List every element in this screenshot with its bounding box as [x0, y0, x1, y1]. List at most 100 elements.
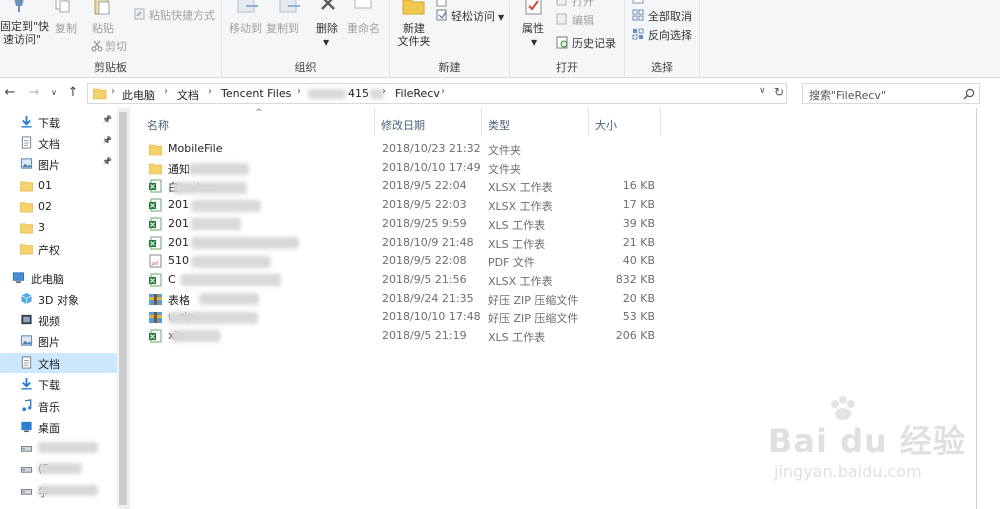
breadcrumb-separator[interactable]: › [208, 86, 212, 97]
delete-button[interactable]: 删除 [316, 22, 338, 35]
column-header-name[interactable]: 名称 ^ [141, 108, 376, 136]
clipboard-group-label: 剪贴板 [94, 61, 127, 74]
nav-item[interactable]: 视频 [0, 310, 128, 330]
paste-button[interactable]: 粘贴 [92, 22, 114, 35]
redacted-drive-label [38, 485, 98, 496]
drive-icon [20, 489, 33, 495]
file-row[interactable]: 白) .xlsx2018/9/5 22:04XLSX 工作表16 KB [145, 177, 845, 195]
rename-button[interactable]: 重命名 [347, 22, 380, 35]
column-header-size[interactable]: 大小 [589, 114, 659, 136]
properties-button[interactable]: 属性 [522, 22, 544, 35]
new-folder-button[interactable]: 新建 文件夹 [394, 22, 434, 48]
file-type: XLS 工作表 [488, 237, 546, 251]
nav-item[interactable]: 学 [0, 481, 128, 501]
computer-icon [12, 272, 25, 284]
file-size: 832 KB [615, 272, 655, 286]
invert-selection-button[interactable]: 反向选择 [648, 29, 692, 42]
nav-item[interactable]: 02 [0, 197, 128, 217]
nav-item[interactable]: 3D 对象 [0, 289, 128, 309]
file-date: 2018/10/10 17:49 [382, 160, 481, 174]
nav-item[interactable]: 01 [0, 176, 128, 196]
easy-access-dropdown-icon[interactable]: ▼ [498, 11, 504, 24]
breadcrumb-documents[interactable]: 文档 [177, 87, 199, 103]
properties-icon [525, 0, 542, 15]
nav-item[interactable]: 下载 📌 [0, 112, 128, 132]
copy-to-button[interactable]: 复制到 [266, 22, 299, 35]
breadcrumb-separator[interactable]: › [297, 86, 301, 97]
column-header-date[interactable]: 修改日期 [375, 114, 480, 136]
history-button[interactable]: 历史记录 [572, 37, 616, 50]
file-date: 2018/9/24 21:35 [382, 291, 474, 305]
nav-item[interactable]: 文档 📌 [0, 133, 128, 153]
redacted-filename [191, 237, 299, 249]
paste-shortcut-button[interactable]: 粘贴快捷方式 [149, 9, 215, 22]
breadcrumb-account[interactable]: 415 [348, 87, 369, 100]
nav-item[interactable]: 桌面 [0, 417, 128, 437]
up-button[interactable]: ↑ [65, 84, 81, 102]
select-none-icon [632, 9, 644, 21]
file-size: 39 KB [622, 216, 655, 230]
nav-item[interactable]: 下载 [0, 374, 128, 394]
easy-access-button[interactable]: 轻松访问 [451, 10, 495, 23]
nav-item[interactable]: (F [0, 459, 128, 479]
cut-button[interactable]: 剪切 [105, 40, 127, 53]
address-history-dropdown-icon[interactable]: ∨ [759, 86, 766, 96]
organize-group-label: 组织 [294, 61, 317, 74]
redacted-filename [171, 330, 221, 342]
file-row[interactable]: MobileFile 2018/10/23 21:32 文件夹 [145, 140, 845, 158]
back-button[interactable]: ← [2, 84, 18, 102]
nav-item[interactable]: 图片 [0, 331, 128, 351]
breadcrumb-tencent-files[interactable]: Tencent Files [221, 87, 291, 100]
redacted-filename [191, 200, 261, 212]
search-box[interactable]: 搜索"FileRecv" [802, 83, 980, 104]
pin-icon[interactable]: 📌 [102, 157, 112, 166]
pin-quick-access-button[interactable]: 固定到"快 速访问" [0, 20, 49, 46]
forward-button[interactable]: → [26, 84, 42, 102]
nav-item[interactable]: 图片 📌 [0, 154, 128, 174]
pin-icon[interactable]: 📌 [102, 136, 112, 145]
delete-dropdown-icon[interactable]: ▼ [323, 36, 329, 49]
refresh-icon[interactable]: ↻ [774, 85, 784, 99]
nav-item[interactable]: 此电脑 [0, 268, 128, 288]
nav-item[interactable] [0, 438, 128, 458]
select-none-button[interactable]: 全部取消 [648, 10, 692, 23]
search-input[interactable]: 搜索"FileRecv" [809, 87, 886, 103]
nav-scrollbar[interactable] [117, 108, 129, 509]
nav-scrollbar-thumb[interactable] [119, 112, 127, 505]
edit-button[interactable]: 编辑 [572, 14, 594, 27]
breadcrumb-separator[interactable]: › [164, 86, 168, 97]
nav-item[interactable]: 文档 [0, 353, 128, 373]
nav-item[interactable]: 音乐 [0, 396, 128, 416]
breadcrumb-separator[interactable]: › [111, 86, 115, 97]
nav-item-label: 文档 [38, 358, 60, 371]
breadcrumb-this-pc[interactable]: 此电脑 [122, 87, 155, 103]
properties-dropdown-icon[interactable]: ▼ [531, 36, 537, 49]
excel-icon [149, 179, 162, 193]
file-row[interactable]: 201 2018/9/25 9:59 XLS 工作表 39 KB [145, 215, 845, 233]
breadcrumb-separator[interactable]: › [441, 86, 445, 97]
pin-icon[interactable]: 📌 [102, 115, 112, 124]
open-icon [556, 0, 567, 6]
column-divider[interactable] [660, 108, 661, 136]
breadcrumb-separator[interactable]: › [382, 86, 386, 97]
copy-button[interactable]: 复制 [55, 22, 77, 35]
folder-icon [93, 88, 107, 100]
column-header-type[interactable]: 类型 [482, 114, 588, 136]
file-row[interactable]: 通知 2018/10/10 17:49 文件夹 [145, 159, 845, 177]
new-folder-label-line2: 文件夹 [397, 35, 431, 48]
move-to-button[interactable]: 移动到 [229, 22, 262, 35]
nav-item-label: 音乐 [38, 401, 60, 414]
recent-locations-button[interactable]: ∨ [46, 84, 62, 102]
search-icon[interactable] [963, 88, 975, 100]
nav-item[interactable]: 产权 [0, 239, 128, 259]
nav-item[interactable]: 3 [0, 218, 128, 238]
nav-item-label: 文档 [38, 138, 60, 151]
breadcrumb-filerecv[interactable]: FileRecv [395, 87, 440, 100]
open-button[interactable]: 打开 [572, 0, 594, 8]
download-arrow-icon [21, 377, 32, 390]
nav-item-label: 图片 [38, 159, 60, 172]
address-bar[interactable]: › 此电脑 › 文档 › Tencent Files › 415 › FileR… [87, 83, 787, 104]
file-date: 2018/9/5 22:04 [382, 179, 467, 193]
redacted-filename [191, 218, 241, 230]
file-row[interactable]: xls2018/9/5 21:19XLS 工作表206 KB [145, 327, 845, 345]
